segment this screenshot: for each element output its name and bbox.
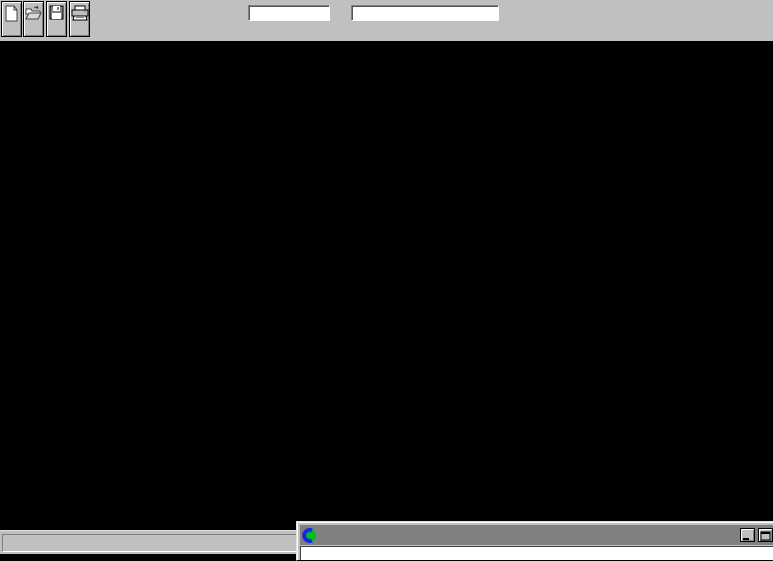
- satellite-titlebar[interactable]: [300, 525, 773, 545]
- minimize-button[interactable]: [740, 528, 755, 542]
- satellite-prompt-content[interactable]: [300, 546, 773, 560]
- satellite-command-prompt-window[interactable]: [296, 521, 773, 561]
- minimize-icon: [741, 530, 754, 542]
- status-message: [2, 534, 300, 552]
- maximize-icon: [759, 530, 772, 542]
- satellite-app-icon: [302, 528, 317, 543]
- vector-field-canvas: [0, 0, 773, 554]
- maximize-button[interactable]: [758, 528, 773, 542]
